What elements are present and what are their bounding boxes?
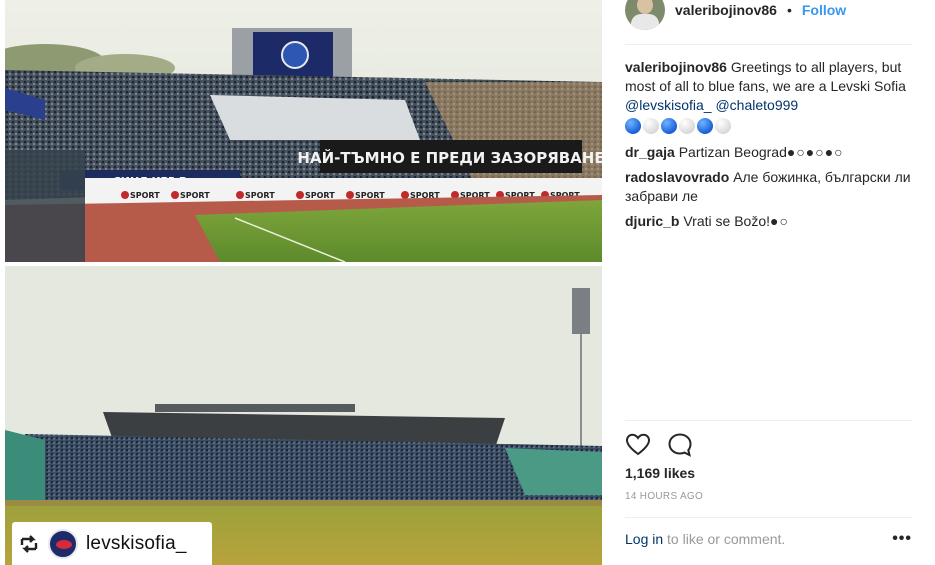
- repost-avatar: [48, 528, 78, 559]
- stadium-collage: НАЙ-ТЪМНО Е ПРЕДИ ЗАЗОРЯВАНЕ СИНЯ КРЪВ S…: [5, 0, 602, 565]
- header-divider: [625, 44, 912, 45]
- instagram-post: НАЙ-ТЪМНО Е ПРЕДИ ЗАЗОРЯВАНЕ СИНЯ КРЪВ S…: [0, 0, 935, 565]
- more-options-icon[interactable]: •••: [892, 530, 912, 548]
- comment: djuric_b Vrati se Božo!●○: [625, 212, 912, 231]
- follow-button[interactable]: Follow: [802, 2, 846, 18]
- emoji-row: [625, 118, 912, 137]
- top-photo-stands: НАЙ-ТЪМНО Е ПРЕДИ ЗАЗОРЯВАНЕ СИНЯ КРЪВ S…: [5, 0, 602, 263]
- comment-footer: Log in to like or comment. •••: [625, 530, 912, 548]
- post-header: valeribojinov86 • Follow: [625, 0, 846, 30]
- comment-username[interactable]: djuric_b: [625, 213, 679, 229]
- login-link[interactable]: Log in: [625, 531, 663, 547]
- white-circle-emoji: [643, 118, 659, 134]
- repost-badge[interactable]: levskisofia_: [12, 522, 212, 565]
- ad-board-text: SPORT: [130, 191, 160, 200]
- author-username[interactable]: valeribojinov86: [675, 2, 777, 18]
- ad-board-text: SPORT: [305, 191, 335, 200]
- comment: dr_gaja Partizan Beograd●○●○●○: [625, 143, 912, 162]
- post-timestamp: 14 HOURS AGO: [625, 491, 704, 502]
- footer-divider: [625, 517, 912, 518]
- comment: radoslavovrado Але божинка, български ли…: [625, 168, 912, 206]
- author-avatar[interactable]: [625, 0, 665, 30]
- comment-username[interactable]: dr_gaja: [625, 144, 675, 160]
- ad-board-text: SPORT: [245, 191, 275, 200]
- tifo-banner-text: НАЙ-ТЪМНО Е ПРЕДИ ЗАЗОРЯВАНЕ: [297, 148, 602, 167]
- likes-count[interactable]: 1,169 likes: [625, 465, 695, 481]
- white-circle-emoji: [715, 118, 731, 134]
- comment-username[interactable]: radoslavovrado: [625, 169, 729, 185]
- caption: valeribojinov86 Greetings to all players…: [625, 58, 912, 137]
- header-separator: •: [786, 2, 792, 18]
- comment-text: Partizan Beograd: [678, 144, 787, 160]
- caption-username[interactable]: valeribojinov86: [625, 59, 727, 75]
- repost-icon: [18, 533, 40, 555]
- action-bar: [625, 432, 693, 458]
- post-photo[interactable]: НАЙ-ТЪМНО Е ПРЕДИ ЗАЗОРЯВАНЕ СИНЯ КРЪВ S…: [5, 0, 602, 565]
- post-side-panel: valeribojinov86 • Follow valeribojinov86…: [625, 0, 912, 565]
- bottom-photo-stadium: [5, 266, 602, 565]
- repost-username: levskisofia_: [86, 532, 187, 554]
- speech-bubble-icon[interactable]: [667, 432, 693, 458]
- comment-emoji: ●○●○●○: [786, 144, 844, 160]
- login-prompt-text: to like or comment.: [667, 531, 786, 547]
- ad-board-text: SPORT: [180, 191, 210, 200]
- blue-circle-emoji: [697, 118, 713, 134]
- actions-divider: [625, 420, 912, 421]
- ad-board-text: SPORT: [355, 191, 385, 200]
- blue-circle-emoji: [625, 118, 641, 134]
- white-circle-emoji: [679, 118, 695, 134]
- heart-icon[interactable]: [625, 432, 651, 458]
- mention-link[interactable]: @chaleto999: [715, 97, 798, 113]
- comment-emoji: ●○: [770, 213, 789, 229]
- comments-list: valeribojinov86 Greetings to all players…: [625, 58, 912, 237]
- blue-circle-emoji: [661, 118, 677, 134]
- comment-text: Vrati se Božo!: [683, 213, 770, 229]
- mention-link[interactable]: @levskisofia_: [625, 97, 712, 113]
